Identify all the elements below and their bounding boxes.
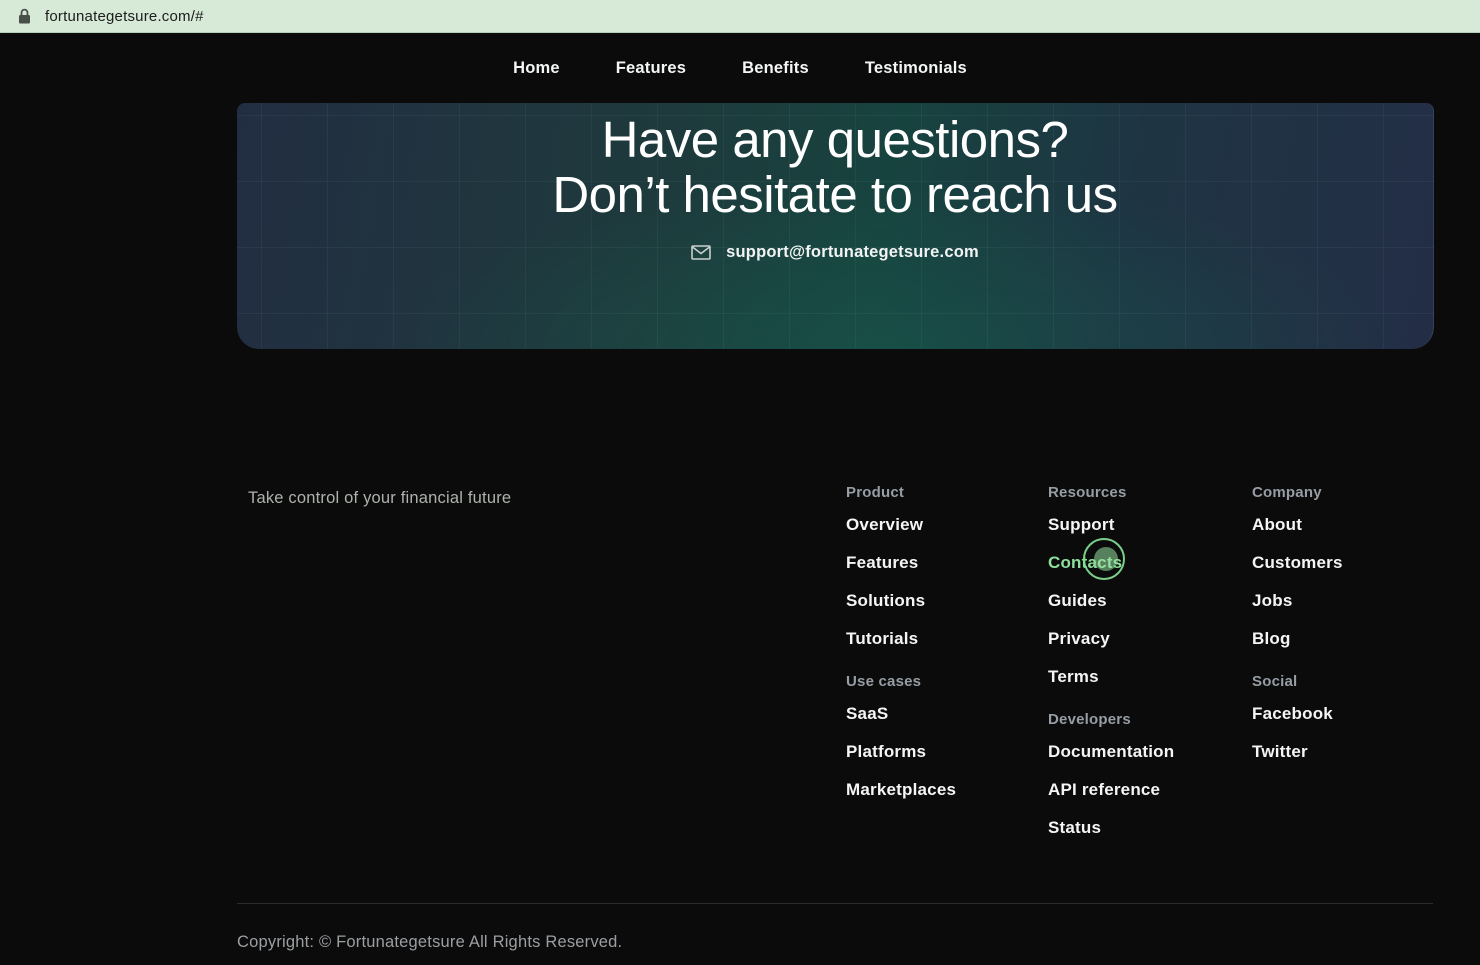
footer-divider <box>237 903 1433 904</box>
footer-column-product: Product Overview Features Solutions Tuto… <box>846 484 1036 818</box>
envelope-icon <box>691 245 711 260</box>
contact-hero-card: Have any questions? Don’t hesitate to re… <box>237 103 1434 349</box>
footer-link-documentation[interactable]: Documentation <box>1048 742 1238 762</box>
footer-link-features[interactable]: Features <box>846 553 1036 573</box>
footer-section-product: Product Overview Features Solutions Tuto… <box>846 484 1036 649</box>
footer-link-status[interactable]: Status <box>1048 818 1238 838</box>
footer-link-contacts[interactable]: Contacts <box>1048 553 1238 573</box>
footer-link-saas[interactable]: SaaS <box>846 704 1036 724</box>
nav-item-features[interactable]: Features <box>616 59 686 78</box>
support-email[interactable]: support@fortunategetsure.com <box>726 243 979 262</box>
footer-link-tutorials[interactable]: Tutorials <box>846 629 1036 649</box>
footer-heading-social: Social <box>1252 673 1442 690</box>
footer-link-api-reference[interactable]: API reference <box>1048 780 1238 800</box>
footer-heading-company: Company <box>1252 484 1442 501</box>
footer-section-company: Company About Customers Jobs Blog <box>1252 484 1442 649</box>
footer-link-guides[interactable]: Guides <box>1048 591 1238 611</box>
hero-title-line2: Don’t hesitate to reach us <box>552 166 1117 223</box>
footer-link-overview[interactable]: Overview <box>846 515 1036 535</box>
hero-title-line1: Have any questions? <box>602 111 1069 168</box>
footer-link-blog[interactable]: Blog <box>1252 629 1442 649</box>
footer-heading-product: Product <box>846 484 1036 501</box>
browser-url-bar: fortunategetsure.com/# <box>0 0 1480 33</box>
footer-section-resources: Resources Support Contacts Guides Privac… <box>1048 484 1238 687</box>
cursor-click-indicator-dot <box>1094 547 1118 571</box>
url-text[interactable]: fortunategetsure.com/# <box>45 8 204 25</box>
footer-link-twitter[interactable]: Twitter <box>1252 742 1442 762</box>
footer-section-developers: Developers Documentation API reference S… <box>1048 711 1238 838</box>
footer-link-support[interactable]: Support <box>1048 515 1238 535</box>
footer-link-platforms[interactable]: Platforms <box>846 742 1036 762</box>
top-nav: Home Features Benefits Testimonials <box>0 33 1480 103</box>
footer-link-solutions[interactable]: Solutions <box>846 591 1036 611</box>
footer-heading-use-cases: Use cases <box>846 673 1036 690</box>
footer-column-resources: Resources Support Contacts Guides Privac… <box>1048 484 1238 856</box>
footer-link-jobs[interactable]: Jobs <box>1252 591 1442 611</box>
footer-link-facebook[interactable]: Facebook <box>1252 704 1442 724</box>
copyright-text: Copyright: © Fortunategetsure All Rights… <box>237 933 622 952</box>
footer-link-customers[interactable]: Customers <box>1252 553 1442 573</box>
webpage: Home Features Benefits Testimonials Have… <box>0 33 1480 965</box>
nav-item-benefits[interactable]: Benefits <box>742 59 809 78</box>
footer-heading-developers: Developers <box>1048 711 1238 728</box>
footer-link-marketplaces[interactable]: Marketplaces <box>846 780 1036 800</box>
footer-heading-resources: Resources <box>1048 484 1238 501</box>
nav-item-home[interactable]: Home <box>513 59 560 78</box>
footer-link-about[interactable]: About <box>1252 515 1442 535</box>
footer-section-social: Social Facebook Twitter <box>1252 673 1442 762</box>
nav-item-testimonials[interactable]: Testimonials <box>865 59 967 78</box>
support-email-row[interactable]: support@fortunategetsure.com <box>237 243 1433 262</box>
footer-section-use-cases: Use cases SaaS Platforms Marketplaces <box>846 673 1036 800</box>
hero-title: Have any questions? Don’t hesitate to re… <box>237 112 1433 222</box>
lock-icon <box>18 8 31 24</box>
footer-column-company: Company About Customers Jobs Blog Social… <box>1252 484 1442 780</box>
footer-link-terms[interactable]: Terms <box>1048 667 1238 687</box>
footer-tagline: Take control of your financial future <box>248 489 511 508</box>
footer-link-privacy[interactable]: Privacy <box>1048 629 1238 649</box>
